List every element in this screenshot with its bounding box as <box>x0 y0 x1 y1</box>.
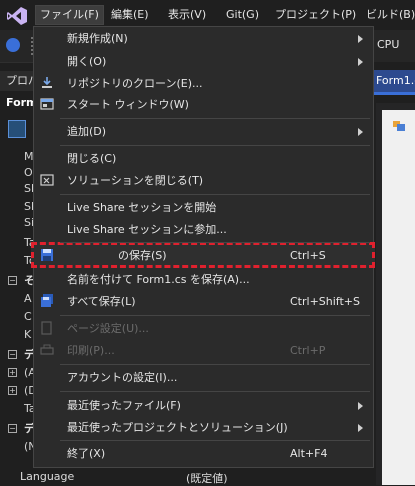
menu-item-exit[interactable]: 終了(X) Alt+F4 <box>34 442 373 465</box>
menu-item-close-solution[interactable]: ソリューションを閉じる(T) <box>34 169 373 192</box>
tab-active-indicator <box>374 92 415 95</box>
menu-item-open[interactable]: 開く(O) <box>34 50 373 73</box>
page-setup-icon <box>41 321 52 335</box>
start-window-icon <box>40 98 54 110</box>
menu-separator <box>60 242 370 243</box>
property-language-label[interactable]: Language <box>20 470 74 483</box>
menu-view[interactable]: 表示(V) <box>164 6 210 24</box>
menu-separator <box>60 364 370 365</box>
visual-studio-logo-icon[interactable] <box>6 6 28 26</box>
submenu-arrow-icon <box>358 128 363 136</box>
menu-separator <box>60 440 370 441</box>
menu-edit[interactable]: 編集(E) <box>107 6 153 24</box>
back-navigation-icon[interactable] <box>6 38 20 52</box>
collapse-icon[interactable]: − <box>8 424 17 433</box>
menu-build[interactable]: ビルド(B) <box>362 6 415 24</box>
menu-item-save-as[interactable]: 名前を付けて Form1.cs を保存(A)... <box>34 268 373 291</box>
submenu-arrow-icon <box>358 402 363 410</box>
collapse-icon[interactable]: − <box>8 276 17 285</box>
menu-file[interactable]: ファイル(F) <box>35 5 104 25</box>
menu-item-recent-files[interactable]: 最近使ったファイル(F) <box>34 394 373 417</box>
menu-item-save-all[interactable]: すべて保存(L) Ctrl+Shift+S <box>34 290 373 313</box>
menu-separator <box>60 315 370 316</box>
menu-item-start-window[interactable]: スタート ウィンドウ(W) <box>34 93 373 116</box>
menu-item-clone-repository[interactable]: リポジトリのクローン(E)... <box>34 72 373 95</box>
submenu-arrow-icon <box>358 58 363 66</box>
property-language-value[interactable]: (既定値) <box>186 470 228 486</box>
collapse-icon[interactable]: − <box>8 350 17 359</box>
menu-separator <box>60 391 370 392</box>
menu-item-live-share-join[interactable]: Live Share セッションに参加... <box>34 218 373 241</box>
menu-separator <box>60 145 370 146</box>
close-solution-icon <box>40 174 54 186</box>
tab-form1-designer[interactable]: Form1.cs <box>374 70 415 92</box>
menu-git[interactable]: Git(G) <box>222 6 263 24</box>
menu-item-account-settings[interactable]: アカウントの設定(I)... <box>34 366 373 389</box>
save-icon <box>41 249 53 261</box>
save-all-icon <box>41 294 53 307</box>
menu-item-page-setup[interactable]: ページ設定(U)... <box>34 317 373 340</box>
platform-selector[interactable]: CPU <box>377 38 399 51</box>
expand-icon[interactable]: + <box>8 368 17 377</box>
menu-separator <box>60 194 370 195</box>
menu-item-recent-projects[interactable]: 最近使ったプロジェクトとソリューション(J) <box>34 416 373 439</box>
menu-item-add[interactable]: 追加(D) <box>34 120 373 143</box>
menu-item-print[interactable]: 印刷(P)... Ctrl+P <box>34 339 373 362</box>
menu-item-close[interactable]: 閉じる(C) <box>34 147 373 170</box>
form-design-canvas[interactable] <box>382 110 415 485</box>
clone-icon <box>42 77 52 88</box>
submenu-arrow-icon <box>358 424 363 432</box>
form-icon <box>393 121 405 131</box>
menu-item-new[interactable]: 新規作成(N) <box>34 27 373 50</box>
menu-separator <box>60 118 370 119</box>
categorized-view-icon[interactable] <box>8 120 26 138</box>
expand-icon[interactable]: + <box>8 386 17 395</box>
menu-item-save[interactable]: の保存(S) Ctrl+S <box>34 244 373 267</box>
submenu-arrow-icon <box>358 35 363 43</box>
menu-project[interactable]: プロジェクト(P) <box>271 6 360 24</box>
print-icon <box>40 344 54 355</box>
menu-item-live-share-start[interactable]: Live Share セッションを開始 <box>34 196 373 219</box>
